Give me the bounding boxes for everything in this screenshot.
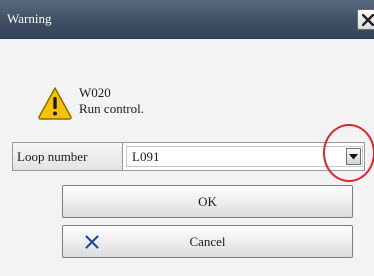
- close-button[interactable]: [357, 9, 374, 30]
- warning-triangle-icon: [38, 87, 72, 120]
- loop-number-label: Loop number: [13, 143, 123, 170]
- chevron-down-icon: [349, 154, 358, 160]
- warning-dialog: Warning W020 Run control. Loop number L0…: [0, 0, 374, 276]
- window-title: Warning: [7, 11, 52, 26]
- cancel-x-icon: [85, 235, 99, 249]
- loop-number-value: L091: [132, 149, 160, 164]
- ok-button-label: OK: [198, 194, 217, 209]
- dropdown-button[interactable]: [346, 148, 361, 165]
- cancel-button[interactable]: Cancel: [62, 225, 353, 258]
- ok-button[interactable]: OK: [62, 185, 353, 218]
- loop-number-field: Loop number L091: [12, 142, 365, 171]
- cancel-button-label: Cancel: [189, 234, 226, 249]
- title-bar[interactable]: Warning: [0, 0, 374, 39]
- close-icon: [362, 14, 374, 26]
- loop-number-select[interactable]: L091: [126, 146, 363, 167]
- message-text: Run control.: [79, 101, 144, 116]
- message-code: W020: [79, 85, 111, 100]
